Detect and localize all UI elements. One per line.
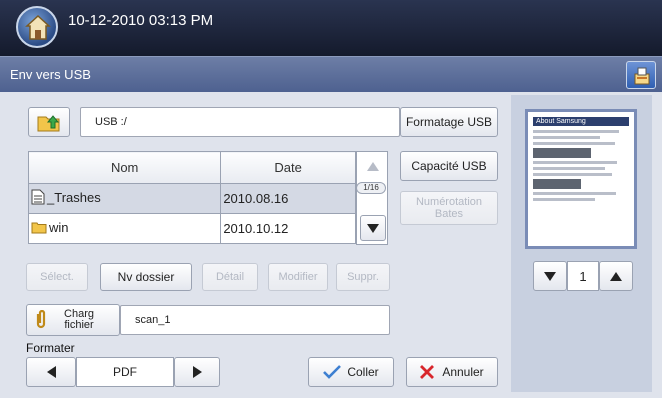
cancel-button[interactable]: Annuler xyxy=(406,357,498,387)
format-usb-button[interactable]: Formatage USB xyxy=(400,107,498,137)
triangle-right-icon xyxy=(192,366,202,378)
detail-button[interactable]: Détail xyxy=(202,263,258,291)
home-icon xyxy=(25,14,51,40)
job-status-icon xyxy=(634,67,650,85)
file-name: _Trashes xyxy=(47,189,101,205)
table-row[interactable]: _Trashes 2010.08.16 xyxy=(27,183,356,214)
new-folder-button[interactable]: Nv dossier xyxy=(100,263,192,291)
parent-folder-button[interactable] xyxy=(28,107,70,137)
file-date: 2010.10.12 xyxy=(220,213,356,244)
file-name: win xyxy=(49,220,69,236)
table-row[interactable]: win 2010.10.12 xyxy=(27,213,356,244)
format-prev-button[interactable] xyxy=(26,357,76,387)
format-label: Formater xyxy=(26,341,75,355)
file-icon xyxy=(31,189,45,208)
load-file-button[interactable]: Charg fichier xyxy=(26,304,120,336)
cancel-label: Annuler xyxy=(442,365,484,379)
load-file-label: Charg fichier xyxy=(64,308,94,331)
triangle-up-icon xyxy=(610,271,622,281)
triangle-down-icon xyxy=(544,271,556,281)
column-header-name[interactable]: Nom xyxy=(27,151,222,184)
page-title: Env vers USB xyxy=(10,67,91,82)
select-button[interactable]: Sélect. xyxy=(26,263,88,291)
bates-numbering-button[interactable]: Numérotation Bates xyxy=(400,191,498,225)
file-date: 2010.08.16 xyxy=(220,183,356,214)
main-panel: USB :/ Formatage USB Nom Date _Trashes 2… xyxy=(14,95,500,392)
paste-label: Coller xyxy=(347,365,379,379)
folder-icon xyxy=(31,221,47,237)
path-field[interactable]: USB :/ xyxy=(80,107,400,137)
thumbnail-content xyxy=(533,130,629,201)
preview-prev-button[interactable] xyxy=(533,261,567,291)
paperclip-icon xyxy=(36,310,46,329)
close-icon xyxy=(420,365,435,379)
page-counter: 1/16 xyxy=(356,182,386,194)
triangle-left-icon xyxy=(46,366,56,378)
title-bar: Env vers USB xyxy=(0,56,662,92)
folder-up-icon xyxy=(37,115,60,132)
page-thumbnail[interactable]: About Samsung xyxy=(525,109,637,249)
triangle-up-icon xyxy=(366,161,379,171)
column-header-date[interactable]: Date xyxy=(220,151,356,184)
top-bar: 10-12-2010 03:13 PM xyxy=(0,0,662,56)
scroll-down-button[interactable] xyxy=(360,215,386,241)
preview-panel: About Samsung 1 xyxy=(511,95,652,392)
scroll-up-button[interactable] xyxy=(360,153,385,179)
usb-capacity-button[interactable]: Capacité USB xyxy=(400,151,498,181)
filename-field[interactable]: scan_1 xyxy=(120,305,390,335)
home-button[interactable] xyxy=(16,6,58,48)
format-value: PDF xyxy=(76,357,174,387)
checkmark-icon xyxy=(323,365,342,379)
preview-next-button[interactable] xyxy=(599,261,633,291)
triangle-down-icon xyxy=(367,223,379,233)
thumbnail-title: About Samsung xyxy=(533,117,629,126)
datetime-display: 10-12-2010 03:13 PM xyxy=(68,12,214,29)
modify-button[interactable]: Modifier xyxy=(268,263,328,291)
delete-button[interactable]: Suppr. xyxy=(336,263,390,291)
paste-button[interactable]: Coller xyxy=(308,357,394,387)
preview-page-number: 1 xyxy=(567,261,599,291)
job-status-button[interactable] xyxy=(626,61,656,89)
format-next-button[interactable] xyxy=(174,357,220,387)
file-table: Nom Date _Trashes 2010.08.16 win 2010.10… xyxy=(27,151,356,244)
